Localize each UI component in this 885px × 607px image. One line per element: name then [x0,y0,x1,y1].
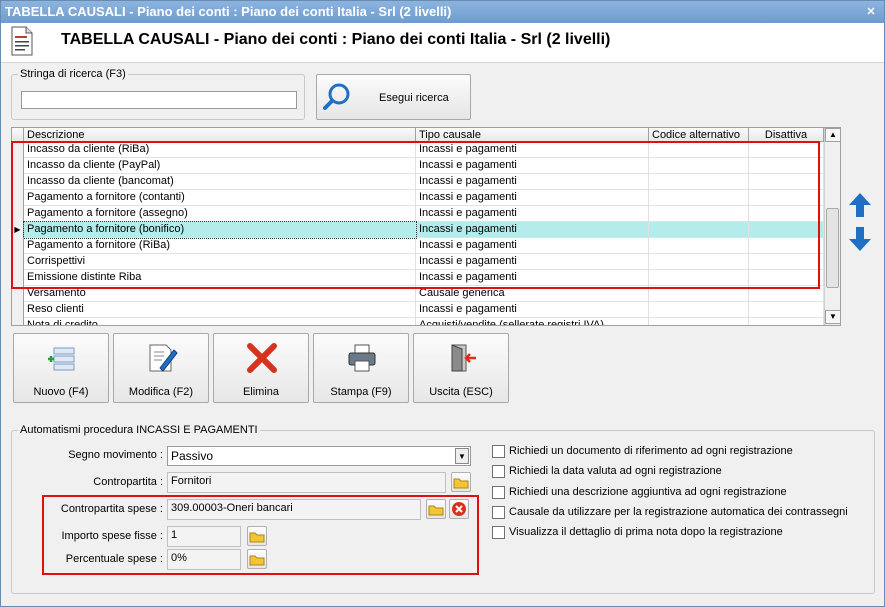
printer-icon [348,344,376,372]
column-header-tipo-causale[interactable]: Tipo causale [416,128,649,142]
segno-movimento-value: Passivo [171,449,214,463]
search-group: Stringa di ricerca (F3) [11,68,305,120]
scroll-down-arrow-icon[interactable]: ▼ [825,310,840,324]
checkbox-dettaglio-prima-nota[interactable] [492,526,505,539]
header: TABELLA CAUSALI - Piano dei conti : Pian… [1,23,884,63]
title-bar: TABELLA CAUSALI - Piano dei conti : Pian… [1,1,884,23]
new-button[interactable]: Nuovo (F4) [13,333,109,403]
exit-button[interactable]: Uscita (ESC) [413,333,509,403]
search-group-label: Stringa di ricerca (F3) [18,68,128,80]
checkbox-label-documento-riferimento: Richiedi un documento di riferimento ad … [509,445,793,457]
automatismi-group-label: Automatismi procedura INCASSI E PAGAMENT… [18,424,260,436]
contropartita-browse-button[interactable] [451,472,471,492]
checkbox-label-contrassegni: Causale da utilizzare per la registrazio… [509,506,848,518]
column-header-indicator [12,128,24,142]
delete-button-label: Elimina [242,386,280,398]
print-button[interactable]: Stampa (F9) [313,333,409,403]
cell-descrizione[interactable]: Nota di credito [24,318,416,325]
arrow-up-icon [849,193,871,217]
checkbox-label-descrizione-aggiuntiva: Richiedi una descrizione aggiuntiva ad o… [509,486,787,498]
delete-x-icon [247,343,277,373]
table-header: Descrizione Tipo causale Codice alternat… [12,128,824,142]
table-row[interactable]: Nota di credito Acquisti/vendite (sellera… [12,318,824,325]
column-header-disattiva[interactable]: Disattiva [749,128,824,142]
search-input[interactable] [21,91,297,109]
close-icon[interactable]: ✕ [864,5,878,19]
new-record-icon [48,347,75,371]
new-button-label: Nuovo (F4) [33,386,89,398]
cell-disattiva[interactable] [749,302,824,318]
scroll-thumb[interactable] [826,208,839,288]
table-row[interactable]: Reso clienti Incassi e pagamenti [12,302,824,318]
checkbox-documento-riferimento[interactable] [492,445,505,458]
row-indicator[interactable] [12,302,24,318]
highlight-box-rows [11,141,820,289]
vertical-scrollbar[interactable]: ▲ ▼ [824,128,840,325]
cell-tipo-causale[interactable]: Incassi e pagamenti [416,302,649,318]
window-title: TABELLA CAUSALI - Piano dei conti : Pian… [5,4,452,19]
document-icon [11,26,33,56]
print-button-label: Stampa (F9) [330,386,392,398]
highlight-box-spese [42,495,479,575]
arrow-down-icon [849,227,871,251]
page-title: TABELLA CAUSALI - Piano dei conti : Pian… [61,31,611,48]
search-button-label: Esegui ricerca [379,92,449,104]
delete-button[interactable]: Elimina [213,333,309,403]
checkbox-descrizione-aggiuntiva[interactable] [492,486,505,499]
cell-codice-alternativo[interactable] [649,302,749,318]
search-icon [323,83,350,110]
segno-movimento-select[interactable]: Passivo ▼ [167,446,471,466]
chevron-down-icon[interactable]: ▼ [455,448,469,464]
move-up-button[interactable] [847,191,873,219]
exit-button-label: Uscita (ESC) [429,386,493,398]
checkbox-label-data-valuta: Richiedi la data valuta ad ogni registra… [509,465,722,477]
column-header-codice-alternativo[interactable]: Codice alternativo [649,128,749,142]
contropartita-label: Contropartita : [93,476,163,488]
column-header-descrizione[interactable]: Descrizione [24,128,416,142]
cell-codice-alternativo[interactable] [649,318,749,325]
search-button[interactable]: Esegui ricerca [316,74,471,120]
cell-tipo-causale[interactable]: Acquisti/vendite (sellerate registri IVA… [416,318,649,325]
segno-movimento-label: Segno movimento : [68,449,163,461]
row-indicator[interactable] [12,318,24,325]
edit-button[interactable]: Modifica (F2) [113,333,209,403]
cell-disattiva[interactable] [749,318,824,325]
edit-pencil-icon [149,344,178,372]
scroll-up-arrow-icon[interactable]: ▲ [825,128,840,142]
cell-descrizione[interactable]: Reso clienti [24,302,416,318]
edit-button-label: Modifica (F2) [128,386,194,398]
checkbox-data-valuta[interactable] [492,465,505,478]
exit-door-icon [451,344,476,372]
move-down-button[interactable] [847,225,873,253]
folder-icon [453,478,469,489]
checkbox-contrassegni[interactable] [492,506,505,519]
main-window: TABELLA CAUSALI - Piano dei conti : Pian… [0,0,885,607]
contropartita-field[interactable]: Fornitori [167,472,446,493]
checkbox-label-dettaglio-prima-nota: Visualizza il dettaglio di prima nota do… [509,526,783,538]
